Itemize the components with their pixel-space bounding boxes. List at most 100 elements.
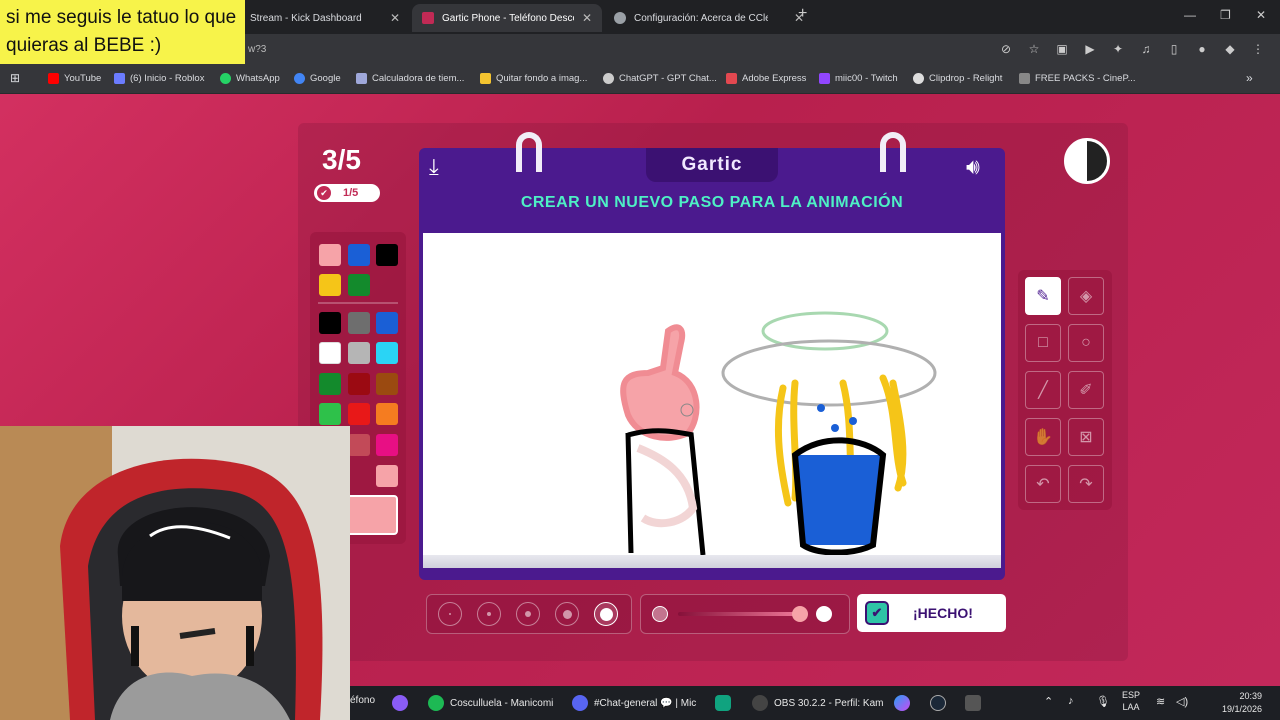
- shield-icon[interactable]: ◆: [1222, 41, 1238, 57]
- language-code: ESP: [1122, 690, 1141, 700]
- brush-size-3[interactable]: [516, 602, 540, 626]
- layer-off-icon[interactable]: ⊠: [1068, 418, 1104, 456]
- contrast-toggle-button[interactable]: [1064, 138, 1110, 184]
- bookmark-label: Adobe Express: [742, 73, 807, 84]
- fill-icon[interactable]: ✋: [1025, 418, 1061, 456]
- opacity-slider-track[interactable]: [678, 612, 802, 616]
- maximize-icon[interactable]: ❐: [1220, 8, 1231, 22]
- color-swatch[interactable]: [348, 342, 370, 364]
- bookmark-label: Clipdrop - Relight: [929, 73, 1003, 84]
- download-icon[interactable]: ⤓: [429, 154, 439, 180]
- color-swatch[interactable]: [319, 312, 341, 334]
- line-icon[interactable]: ╱: [1025, 371, 1061, 409]
- extension-icon[interactable]: ▣: [1054, 41, 1070, 57]
- taskbar-item-gartic[interactable]: éfono: [350, 695, 375, 706]
- redo-icon[interactable]: ↷: [1068, 465, 1104, 503]
- undo-icon[interactable]: ↶: [1025, 465, 1061, 503]
- taskbar-item-chatgpt[interactable]: [715, 695, 737, 711]
- twitch-icon: [819, 73, 830, 84]
- bookmark-roblox[interactable]: (6) Inicio - Roblox: [114, 73, 204, 84]
- star-icon[interactable]: ☆: [1026, 41, 1042, 57]
- color-swatch[interactable]: [376, 373, 398, 395]
- done-button[interactable]: ✔ ¡HECHO!: [857, 594, 1006, 632]
- eraser-icon[interactable]: ◈: [1068, 277, 1104, 315]
- wifi-icon[interactable]: ≋: [1156, 695, 1165, 708]
- chevron-up-icon[interactable]: ⌃: [1044, 695, 1053, 708]
- taskbar-item-spotify[interactable]: Cosculluela - Manicomi: [428, 695, 553, 711]
- bookmark-free-packs[interactable]: FREE PACKS - CineP...: [1019, 73, 1136, 84]
- video-icon[interactable]: ▶: [1082, 41, 1098, 57]
- menu-icon[interactable]: ⋮: [1250, 41, 1266, 57]
- color-swatch[interactable]: [376, 434, 398, 456]
- color-swatch[interactable]: [319, 403, 341, 425]
- color-swatch[interactable]: [348, 403, 370, 425]
- color-swatch[interactable]: [348, 312, 370, 334]
- color-swatch[interactable]: [319, 342, 341, 364]
- minimize-icon[interactable]: —: [1184, 8, 1196, 22]
- bookmark-clipdrop[interactable]: Clipdrop - Relight: [913, 73, 1002, 84]
- taskbar-item-steam[interactable]: [930, 695, 952, 711]
- volume-icon[interactable]: 🔊︎: [966, 154, 980, 180]
- color-swatch[interactable]: [376, 403, 398, 425]
- color-swatch[interactable]: [348, 373, 370, 395]
- bookmark-label: Calculadora de tiem...: [372, 73, 465, 84]
- color-swatch[interactable]: [319, 274, 341, 296]
- bookmark-chatgpt[interactable]: ChatGPT - GPT Chat...: [603, 73, 717, 84]
- check-icon: ✔: [317, 186, 331, 200]
- bookmark-whatsapp[interactable]: WhatsApp: [220, 73, 280, 84]
- bookmark-quitar-fondo[interactable]: Quitar fondo a imag...: [480, 73, 587, 84]
- rectangle-icon[interactable]: □: [1025, 324, 1061, 362]
- microphone-icon[interactable]: 🎙︎: [1096, 695, 1110, 708]
- speaker-icon[interactable]: ♪: [1068, 695, 1074, 707]
- drawing-canvas[interactable]: [423, 233, 1001, 556]
- sidebar-icon[interactable]: ▯: [1166, 41, 1182, 57]
- url-field[interactable]: w?3: [248, 44, 266, 55]
- apps-grid-icon[interactable]: ⊞: [10, 71, 20, 85]
- new-tab-icon[interactable]: +: [798, 5, 807, 23]
- media-icon[interactable]: ♫: [1138, 41, 1154, 57]
- brush-size-2[interactable]: [477, 602, 501, 626]
- opacity-slider-handle[interactable]: [792, 606, 808, 622]
- bookmark-calculadora[interactable]: Calculadora de tiem...: [356, 73, 464, 84]
- pencil-icon[interactable]: ✎: [1025, 277, 1061, 315]
- color-swatch[interactable]: [319, 244, 341, 266]
- ellipse-icon[interactable]: ○: [1068, 324, 1104, 362]
- blue-dot: [831, 424, 839, 432]
- selected-color-preview[interactable]: [346, 495, 398, 535]
- brush-size-5[interactable]: [594, 602, 618, 626]
- bookmark-adobe-express[interactable]: Adobe Express: [726, 73, 806, 84]
- volume-icon[interactable]: ◁): [1176, 695, 1188, 708]
- color-swatch[interactable]: [376, 465, 398, 487]
- system-clock[interactable]: 20:39 19/1/2026: [1222, 690, 1262, 716]
- eyedropper-icon[interactable]: ✐: [1068, 371, 1104, 409]
- more-bookmarks-icon[interactable]: »: [1246, 71, 1253, 85]
- color-swatch[interactable]: [348, 274, 370, 296]
- tab-settings[interactable]: Configuración: Acerca de CClea ✕: [604, 4, 814, 32]
- taskbar-item-obs[interactable]: OBS 30.2.2 - Perfil: Kam: [752, 695, 884, 711]
- color-swatch[interactable]: [376, 312, 398, 334]
- taskbar-item-copilot[interactable]: [894, 695, 916, 711]
- brush-size-1[interactable]: [438, 602, 462, 626]
- close-icon[interactable]: ✕: [574, 11, 592, 25]
- bookmark-youtube[interactable]: YouTube: [48, 73, 101, 84]
- color-swatch[interactable]: [348, 434, 370, 456]
- close-window-icon[interactable]: ✕: [1256, 8, 1266, 22]
- taskbar-item-app[interactable]: [392, 695, 414, 711]
- color-swatch[interactable]: [348, 244, 370, 266]
- profile-icon[interactable]: ●: [1194, 41, 1210, 57]
- color-swatch[interactable]: [319, 373, 341, 395]
- brush-size-4[interactable]: [555, 602, 579, 626]
- tab-gartic[interactable]: Gartic Phone - Teléfono Descon ✕: [412, 4, 602, 32]
- taskbar-item-discord[interactable]: #Chat-general 💬 | Mic: [572, 695, 696, 711]
- eye-off-icon[interactable]: ⊘: [998, 41, 1014, 57]
- puzzle-icon[interactable]: ✦: [1110, 41, 1126, 57]
- bookmark-twitch[interactable]: miic00 - Twitch: [819, 73, 898, 84]
- color-swatch[interactable]: [376, 244, 398, 266]
- close-icon[interactable]: ✕: [382, 11, 400, 25]
- bookmark-google[interactable]: Google: [294, 73, 341, 84]
- tab-kick[interactable]: Stream - Kick Dashboard ✕: [240, 4, 410, 32]
- language-indicator[interactable]: ESP LAA: [1122, 689, 1140, 713]
- roblox-icon: [114, 73, 125, 84]
- taskbar-item-app2[interactable]: [965, 695, 987, 711]
- color-swatch[interactable]: [376, 342, 398, 364]
